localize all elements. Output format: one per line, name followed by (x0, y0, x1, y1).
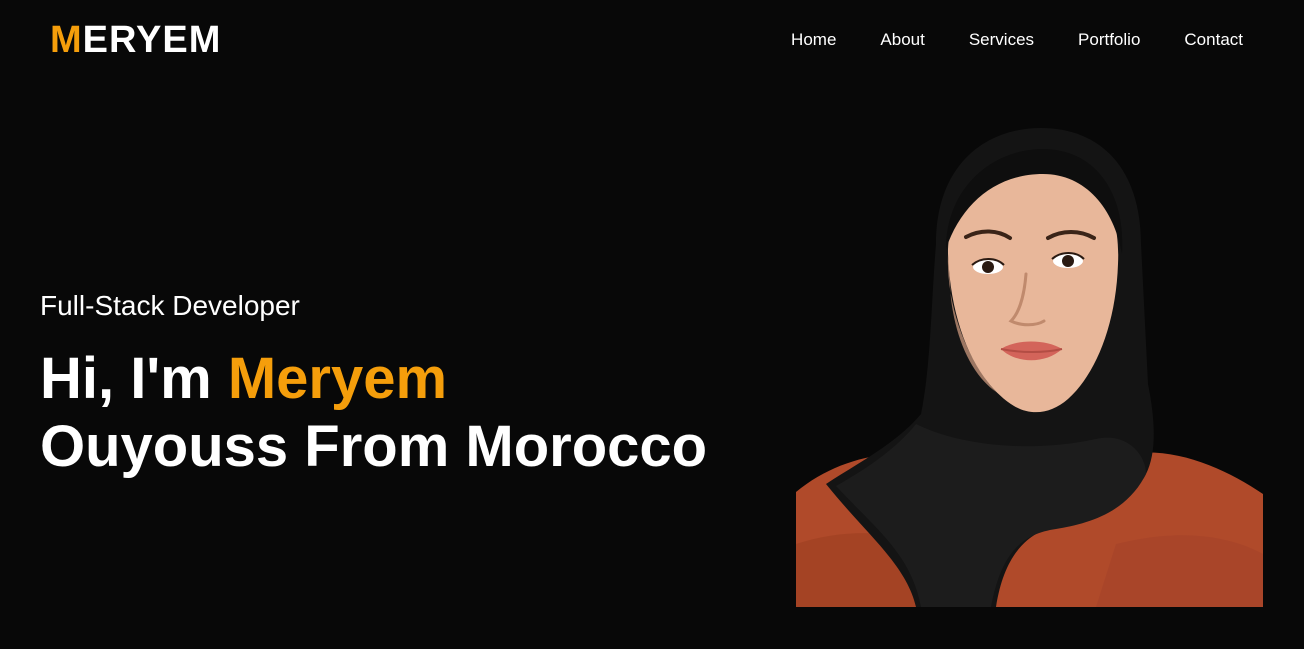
hero-first-name: Meryem (227, 346, 448, 411)
nav-item-home[interactable]: Home (791, 29, 836, 51)
hero-line-two: Ouyouss From Morocco (40, 414, 708, 479)
hero-headline: Hi, I'm Meryem Ouyouss From Morocco (40, 345, 707, 481)
nav-item-about[interactable]: About (880, 29, 924, 51)
profile-photo (796, 128, 1263, 607)
logo-accent-letter: M (50, 19, 83, 61)
main-nav: Home About Services Portfolio Contact (791, 29, 1243, 51)
page: MERYEM Home About Services Portfolio Con… (0, 0, 1304, 649)
nav-item-portfolio[interactable]: Portfolio (1078, 29, 1140, 51)
hero-greeting: Hi, I'm (40, 346, 228, 411)
nav-item-services[interactable]: Services (969, 29, 1034, 51)
site-logo[interactable]: MERYEM (50, 19, 221, 61)
nav-item-contact[interactable]: Contact (1184, 29, 1243, 51)
logo-text: ERYEM (82, 19, 222, 61)
hero-role: Full-Stack Developer (40, 290, 300, 321)
